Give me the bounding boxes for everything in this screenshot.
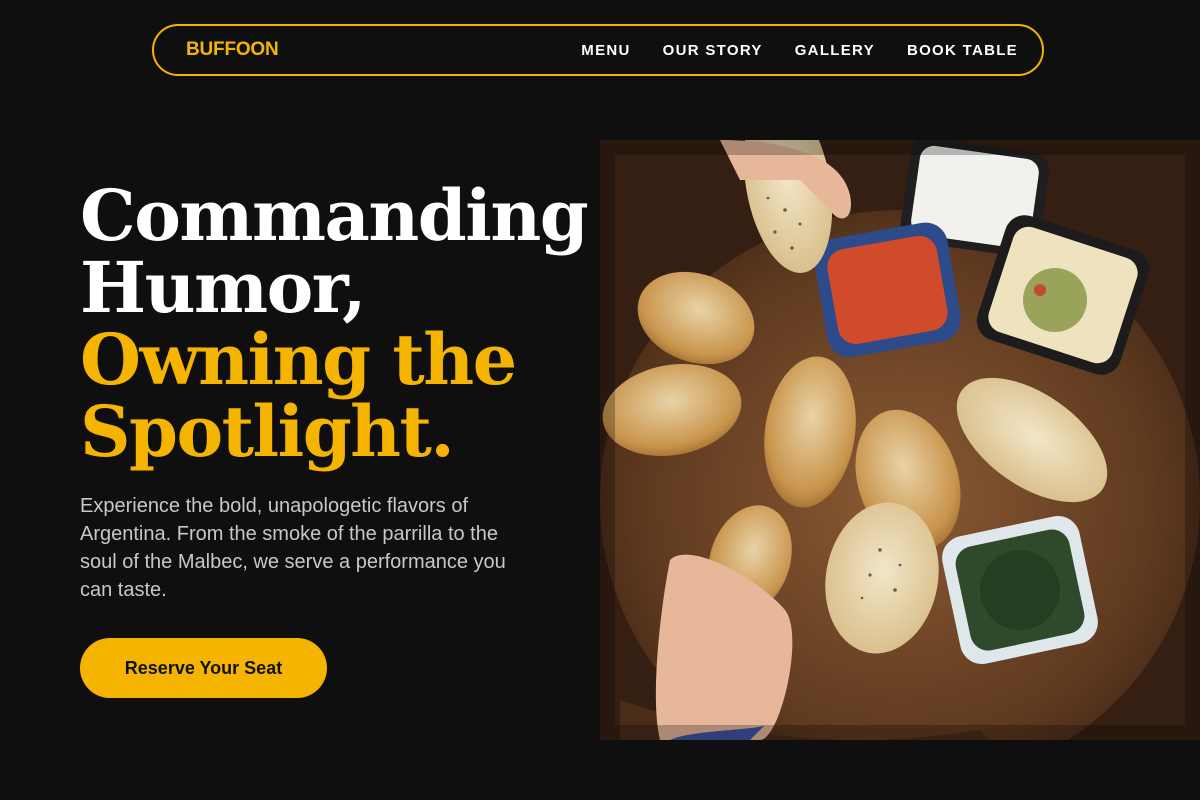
hero-text: Commanding Humor, Owning the Spotlight. … (80, 174, 589, 604)
nav-link-menu[interactable]: MENU (581, 42, 630, 59)
headline-line-4: Spotlight. (80, 390, 455, 473)
reserve-seat-button[interactable]: Reserve Your Seat (80, 638, 327, 698)
top-nav: BUFFOON MENU OUR STORY GALLERY BOOK TABL… (152, 24, 1044, 76)
hero-food-image (600, 140, 1200, 740)
nav-link-gallery[interactable]: GALLERY (795, 42, 875, 59)
headline-line-2: Humor, (80, 246, 366, 329)
hero-headline: Commanding Humor, Owning the Spotlight. (80, 174, 589, 473)
food-photo-illustration (600, 140, 1200, 740)
headline-line-1: Commanding (80, 174, 589, 257)
brand-logo[interactable]: BUFFOON (186, 39, 279, 61)
nav-link-book-table[interactable]: BOOK TABLE (907, 42, 1018, 59)
headline-line-3: Owning the (80, 318, 517, 401)
hero-subhead: Experience the bold, unapologetic flavor… (80, 495, 506, 601)
bowl-red-salsa (814, 222, 961, 358)
nav-links: MENU OUR STORY GALLERY BOOK TABLE (581, 42, 1018, 59)
nav-link-our-story[interactable]: OUR STORY (663, 42, 763, 59)
